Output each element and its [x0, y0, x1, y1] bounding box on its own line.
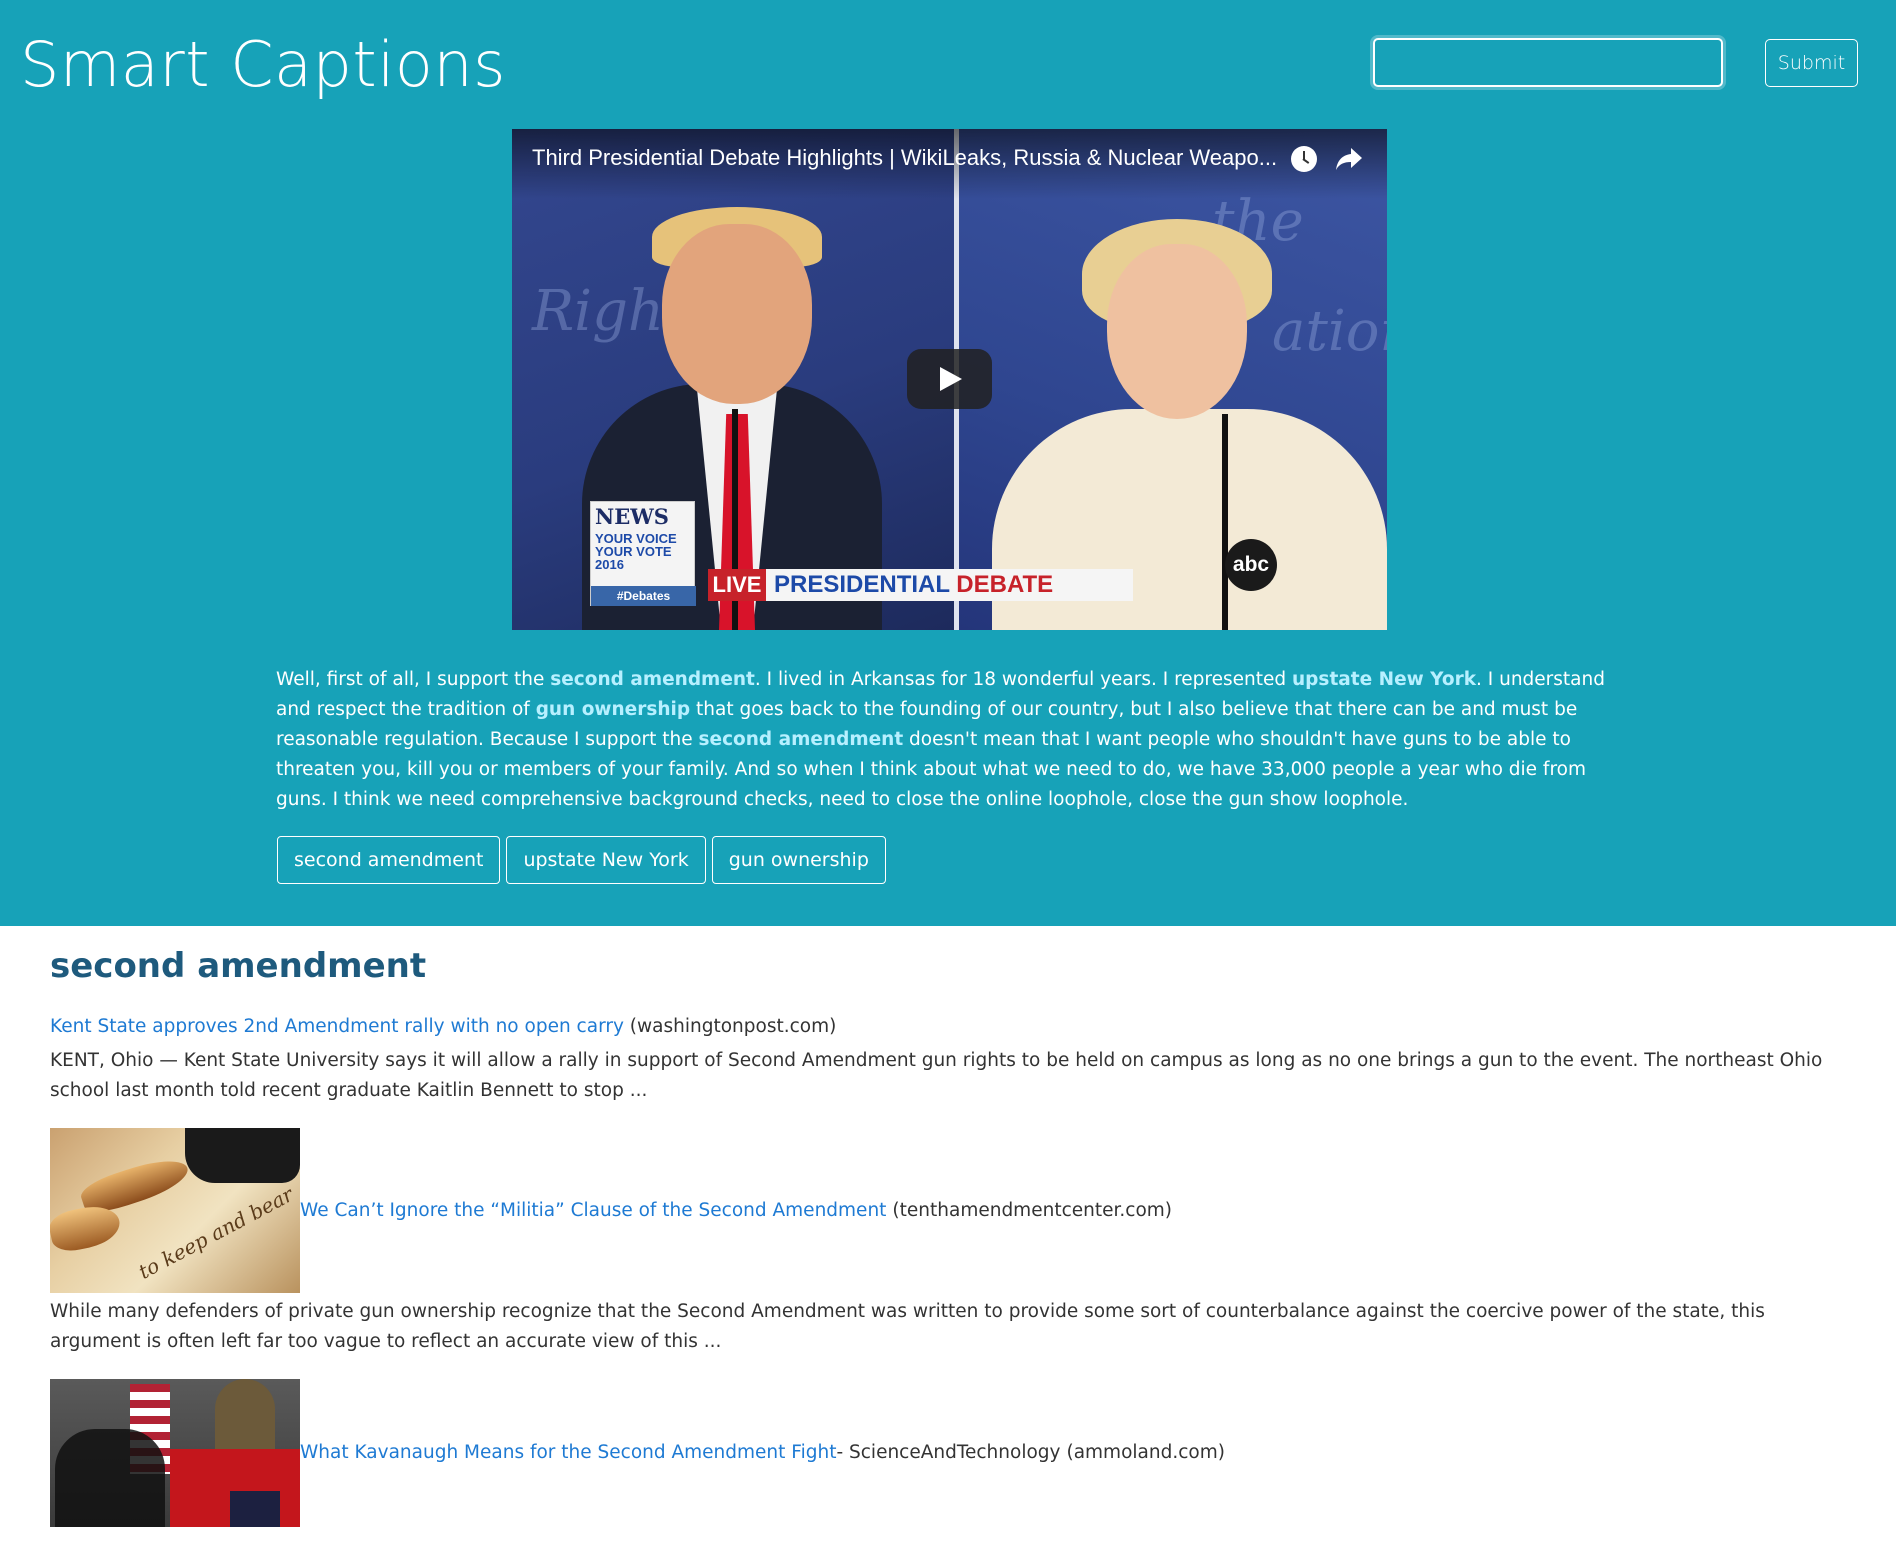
keyword-bar: second amendment upstate New York gun ow…	[277, 836, 886, 884]
lower-third-text: PRESIDENTIAL DEBATE	[774, 571, 1054, 598]
live-badge: LIVE	[708, 569, 766, 601]
results-heading: second amendment	[50, 946, 427, 986]
microphone	[1222, 414, 1228, 630]
article-item: to keep and bear We Can’t Ignore the “Mi…	[50, 1128, 1850, 1357]
hero-section: Smart Captions Submit Right the ation NE…	[0, 0, 1896, 926]
caption-keyword[interactable]: second amendment	[550, 669, 755, 690]
article-link[interactable]: We Can’t Ignore the “Militia” Clause of …	[300, 1196, 886, 1226]
abc-network-logo: abc	[1225, 539, 1277, 591]
keyword-button-gun-ownership[interactable]: gun ownership	[711, 836, 886, 884]
article-link[interactable]: Kent State approves 2nd Amendment rally …	[50, 1016, 624, 1037]
article-item: Kent State approves 2nd Amendment rally …	[50, 1012, 1850, 1106]
submit-button[interactable]: Submit	[1765, 39, 1858, 87]
play-button[interactable]	[907, 349, 992, 409]
lower-third-banner: LIVE PRESIDENTIAL DEBATE	[708, 569, 1133, 601]
video-title[interactable]: Third Presidential Debate Highlights | W…	[532, 145, 1292, 171]
backdrop-script: ation	[1272, 299, 1387, 364]
article-author: - ScienceAndTechnology	[836, 1442, 1061, 1463]
article-thumbnail[interactable]	[50, 1379, 300, 1527]
app-title: Smart Captions	[20, 28, 506, 101]
article-source: (ammoland.com)	[1066, 1442, 1225, 1463]
keyword-button-second-amendment[interactable]: second amendment	[277, 836, 501, 884]
caption-text-segment: Well, first of all, I support the	[276, 669, 551, 690]
share-icon[interactable]	[1335, 146, 1363, 172]
search-input[interactable]	[1373, 38, 1723, 87]
article-source: (tenthamendmentcenter.com)	[892, 1199, 1172, 1221]
caption-text-segment: . I lived in Arkansas for 18 wonderful y…	[754, 669, 1293, 690]
watch-later-icon[interactable]	[1291, 146, 1317, 172]
caption-keyword[interactable]: upstate New York	[1292, 669, 1476, 690]
video-player[interactable]: Right the ation NEWS YOUR VOICE YOUR VOT…	[512, 129, 1387, 630]
abc-news-logo: NEWS YOUR VOICE YOUR VOTE 2016 #Debates	[590, 501, 696, 606]
article-description: While many defenders of private gun owne…	[50, 1301, 1765, 1352]
caption-keyword[interactable]: gun ownership	[536, 699, 690, 720]
article-thumbnail[interactable]: to keep and bear	[50, 1128, 300, 1293]
caption-keyword[interactable]: second amendment	[699, 729, 904, 750]
article-description: KENT, Ohio — Kent State University says …	[50, 1050, 1823, 1101]
speaker-left-face	[662, 224, 812, 404]
keyword-button-upstate-new-york[interactable]: upstate New York	[506, 836, 706, 884]
results-section: second amendment Kent State approves 2nd…	[50, 946, 1850, 1527]
article-item: What Kavanaugh Means for the Second Amen…	[50, 1379, 1850, 1527]
caption-transcript: Well, first of all, I support the second…	[276, 665, 1632, 815]
speaker-right-face	[1107, 244, 1247, 419]
article-source: (washingtonpost.com)	[629, 1016, 837, 1037]
article-link[interactable]: What Kavanaugh Means for the Second Amen…	[300, 1438, 836, 1468]
